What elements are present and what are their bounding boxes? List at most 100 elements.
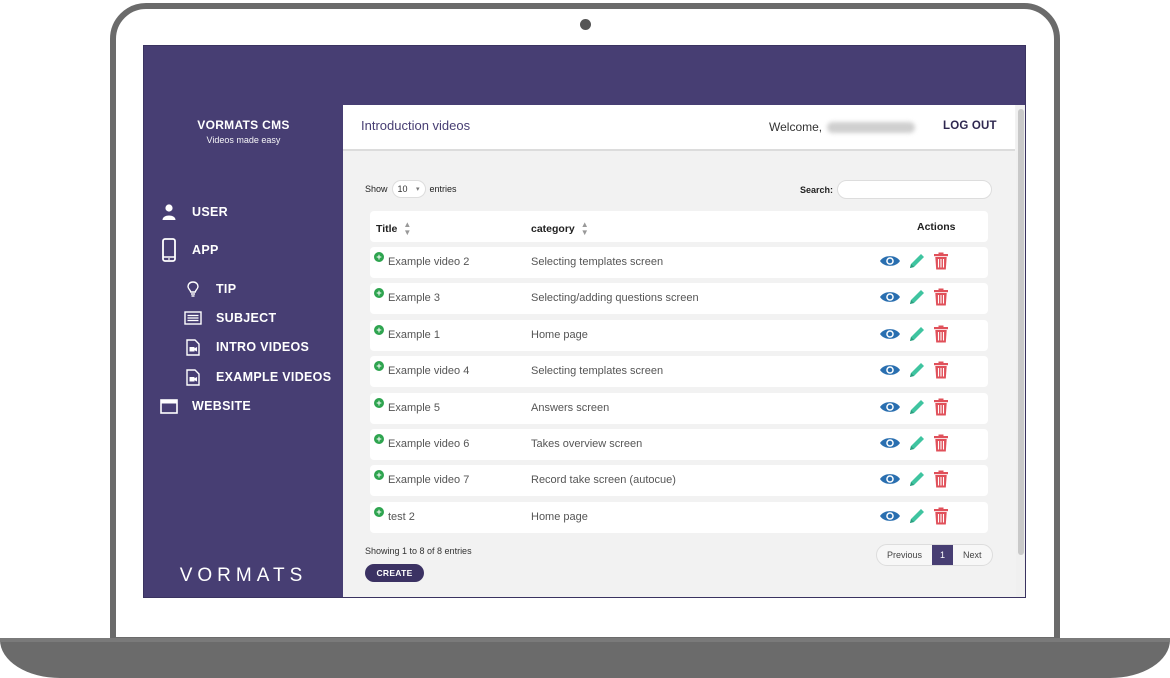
edit-icon[interactable] xyxy=(908,288,926,309)
row-title: test 2 xyxy=(388,510,415,523)
screen: VORMATS CMS Videos made easy USER APP TI… xyxy=(143,45,1026,598)
sort-icon: ▲ ▼ xyxy=(580,220,589,237)
edit-icon[interactable] xyxy=(908,252,926,273)
row-title: Example 5 xyxy=(388,401,440,414)
create-button[interactable]: CREATE xyxy=(365,564,424,582)
delete-icon[interactable] xyxy=(933,325,949,346)
browser-window-icon xyxy=(160,396,178,416)
sidebar-item-label: EXAMPLE VIDEOS xyxy=(216,370,332,384)
view-icon[interactable] xyxy=(879,472,901,489)
sidebar-item-intro-videos[interactable]: INTRO VIDEOS xyxy=(184,337,309,357)
scrollbar-thumb[interactable] xyxy=(1018,109,1024,555)
sidebar-item-label: TIP xyxy=(216,282,237,296)
column-header-actions: Actions xyxy=(917,221,956,233)
sidebar-item-label: SUBJECT xyxy=(216,311,277,325)
sidebar-item-app[interactable]: APP xyxy=(160,238,219,262)
row-title: Example 3 xyxy=(388,292,440,305)
expand-icon[interactable]: + xyxy=(374,397,384,408)
row-category: Home page xyxy=(531,328,588,341)
sidebar-item-tip[interactable]: TIP xyxy=(184,279,236,299)
row-category: Record take screen (autocue) xyxy=(531,474,676,487)
delete-icon[interactable] xyxy=(933,288,949,309)
sidebar-item-subject[interactable]: SUBJECT xyxy=(184,308,276,328)
view-icon[interactable] xyxy=(879,509,901,526)
sidebar-item-example-videos[interactable]: EXAMPLE VIDEOS xyxy=(184,367,331,387)
view-icon[interactable] xyxy=(879,327,901,344)
row-title: Example video 4 xyxy=(388,365,470,378)
sidebar: VORMATS CMS Videos made easy USER APP TI… xyxy=(144,46,343,597)
row-category: Answers screen xyxy=(531,401,610,414)
page-title: Introduction videos xyxy=(361,118,471,133)
row-title: Example video 2 xyxy=(388,256,470,268)
expand-icon[interactable]: + xyxy=(374,470,384,481)
top-bar: Introduction videos Welcome, LOG OUT xyxy=(343,105,1015,151)
table-row: + Example video 2 Selecting templates scre… xyxy=(370,247,988,278)
logout-button[interactable]: LOG OUT xyxy=(943,120,997,132)
edit-icon[interactable] xyxy=(908,470,926,491)
expand-icon[interactable]: + xyxy=(374,361,384,372)
search-control: Search: xyxy=(800,180,993,199)
table-row: + Example video 6 Takes overview screen xyxy=(370,429,988,460)
row-category: Selecting templates screen xyxy=(531,365,664,378)
row-title: Example 1 xyxy=(388,328,440,341)
sort-icon: ▲ ▼ xyxy=(403,220,412,237)
row-actions xyxy=(879,398,949,419)
entries-value: 10 xyxy=(397,184,408,194)
delete-icon[interactable] xyxy=(933,361,949,382)
edit-icon[interactable] xyxy=(908,361,926,382)
sidebar-item-label: INTRO VIDEOS xyxy=(216,340,310,354)
entries-control: Show 10 ▾ entries xyxy=(365,180,457,198)
edit-icon[interactable] xyxy=(908,507,926,528)
previous-button[interactable]: Previous xyxy=(877,545,932,565)
scrollbar[interactable] xyxy=(1016,105,1025,597)
delete-icon[interactable] xyxy=(933,470,949,491)
delete-icon[interactable] xyxy=(933,507,949,528)
sidebar-item-label: WEBSITE xyxy=(192,399,252,413)
user-icon xyxy=(160,202,178,222)
entries-select[interactable]: 10 ▾ xyxy=(391,180,426,198)
delete-icon[interactable] xyxy=(933,434,949,455)
chevron-down-icon: ▾ xyxy=(416,186,420,193)
column-header-label: Title xyxy=(376,223,398,235)
sidebar-item-website[interactable]: WEBSITE xyxy=(160,396,251,416)
delete-icon[interactable] xyxy=(933,252,949,273)
view-icon[interactable] xyxy=(879,254,901,271)
view-icon[interactable] xyxy=(879,400,901,417)
view-icon[interactable] xyxy=(879,290,901,307)
sidebar-item-label: APP xyxy=(192,243,219,257)
expand-icon[interactable]: + xyxy=(374,434,384,444)
table-row: + Example 5 Answers screen xyxy=(370,392,988,424)
row-category: Takes overview screen xyxy=(531,438,643,450)
edit-icon[interactable] xyxy=(908,434,926,455)
column-header-category[interactable]: category ▲ ▼ xyxy=(531,221,589,237)
table-row: + test 2 Home page xyxy=(370,501,988,533)
table-row: + Example 1 Home page xyxy=(370,319,988,351)
phone-icon xyxy=(160,238,178,262)
column-header-label: Actions xyxy=(917,221,956,233)
expand-icon[interactable]: + xyxy=(374,506,384,517)
page-button-1[interactable]: 1 xyxy=(932,545,954,565)
lightbulb-icon xyxy=(184,279,202,299)
search-input[interactable] xyxy=(837,180,993,199)
row-category: Home page xyxy=(531,510,588,523)
show-label: Show xyxy=(365,184,388,194)
main-content: Introduction videos Welcome, LOG OUT Sho… xyxy=(343,105,1025,597)
expand-icon[interactable]: + xyxy=(374,324,384,335)
edit-icon[interactable] xyxy=(908,325,926,346)
view-icon[interactable] xyxy=(879,363,901,380)
table-row: + Example video 4 Selecting templates scre… xyxy=(370,356,988,388)
brand: VORMATS CMS Videos made easy xyxy=(144,118,343,145)
table-row: + Example video 7 Record take screen (auto… xyxy=(370,465,988,497)
row-title: Example video 7 xyxy=(388,474,470,487)
brand-title: VORMATS CMS xyxy=(197,118,290,132)
sidebar-item-user[interactable]: USER xyxy=(160,202,228,222)
expand-icon[interactable]: + xyxy=(374,252,384,262)
next-button[interactable]: Next xyxy=(953,545,992,565)
column-header-title[interactable]: Title ▲ ▼ xyxy=(376,221,411,237)
delete-icon[interactable] xyxy=(933,398,949,419)
expand-icon[interactable]: + xyxy=(374,288,384,299)
search-label: Search: xyxy=(800,184,834,195)
video-file-icon xyxy=(184,367,202,387)
edit-icon[interactable] xyxy=(908,398,926,419)
view-icon[interactable] xyxy=(879,436,901,453)
